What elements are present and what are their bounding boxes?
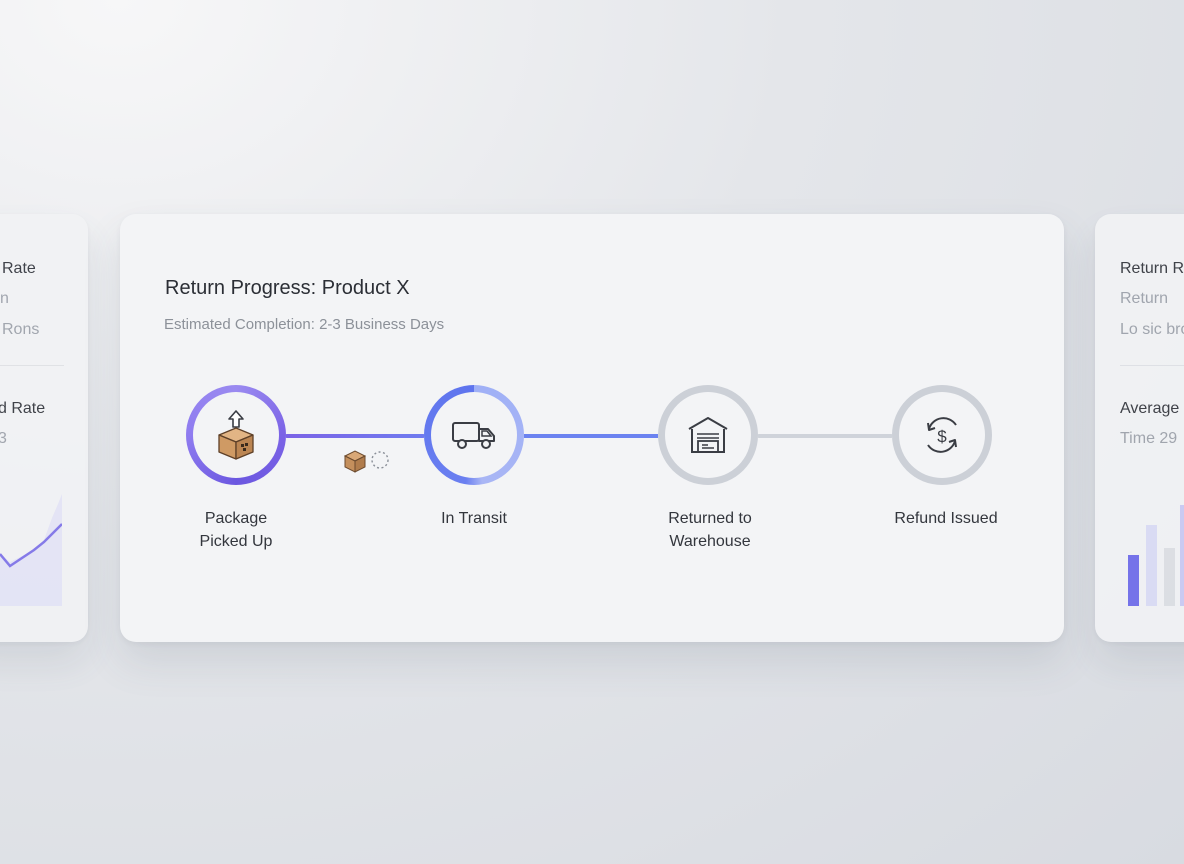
warehouse-icon xyxy=(686,415,730,455)
left-card-sub-2: 3 xyxy=(0,430,7,447)
right-stats-card: Return R Return Lo sic bro Average Time … xyxy=(1095,214,1184,642)
step-4-label: Refund Issued xyxy=(866,507,1026,530)
right-card-title-1: Return R xyxy=(1120,260,1184,277)
right-card-bar-chart xyxy=(1128,505,1184,606)
left-card-divider xyxy=(0,365,64,366)
left-card-sub-1b: Rons xyxy=(2,321,40,338)
step-1-label-line2: Picked Up xyxy=(199,533,273,550)
left-stats-card: Rate n Rons d Rate 3 xyxy=(0,214,88,642)
step-2-label-line1: In Transit xyxy=(441,510,507,527)
step-returned-to-warehouse[interactable] xyxy=(658,385,758,485)
svg-text:$: $ xyxy=(937,427,947,446)
step-1-label: Package Picked Up xyxy=(156,507,316,553)
connector-3 xyxy=(757,434,893,438)
card-title: Return Progress: Product X xyxy=(165,277,410,299)
card-subtitle: Estimated Completion: 2-3 Business Days xyxy=(164,316,445,333)
right-card-title-2: Average xyxy=(1120,400,1180,417)
right-card-sub-2: Time 29 xyxy=(1120,430,1178,447)
step-1-label-line1: Package xyxy=(204,510,268,527)
step-2-label: In Transit xyxy=(394,507,554,530)
step-4-label-line1: Refund Issued xyxy=(894,510,998,527)
return-progress-card: Return Progress: Product X Estimated Com… xyxy=(120,214,1064,642)
right-card-sub-1b: Lo sic bro xyxy=(1120,321,1184,338)
left-card-sub-1a: n xyxy=(0,290,9,307)
step-in-transit[interactable] xyxy=(424,385,524,485)
truck-icon xyxy=(451,419,497,451)
connector-1 xyxy=(285,434,425,438)
left-card-area-chart xyxy=(0,494,62,606)
step-3-label: Returned to Warehouse xyxy=(630,507,790,553)
refund-icon: $ xyxy=(920,413,964,457)
right-card-divider xyxy=(1120,365,1184,366)
package-pickup-icon xyxy=(214,409,258,461)
package-in-motion-icon xyxy=(342,447,392,480)
step-3-label-line1: Returned to xyxy=(668,510,752,527)
step-refund-issued[interactable]: $ xyxy=(892,385,992,485)
connector-2 xyxy=(522,434,660,438)
left-card-title-2: d Rate xyxy=(0,400,46,417)
step-3-label-line2: Warehouse xyxy=(669,533,751,550)
left-card-title-1: Rate xyxy=(2,260,36,277)
right-card-sub-1a: Return xyxy=(1120,290,1169,307)
step-package-picked-up[interactable] xyxy=(186,385,286,485)
